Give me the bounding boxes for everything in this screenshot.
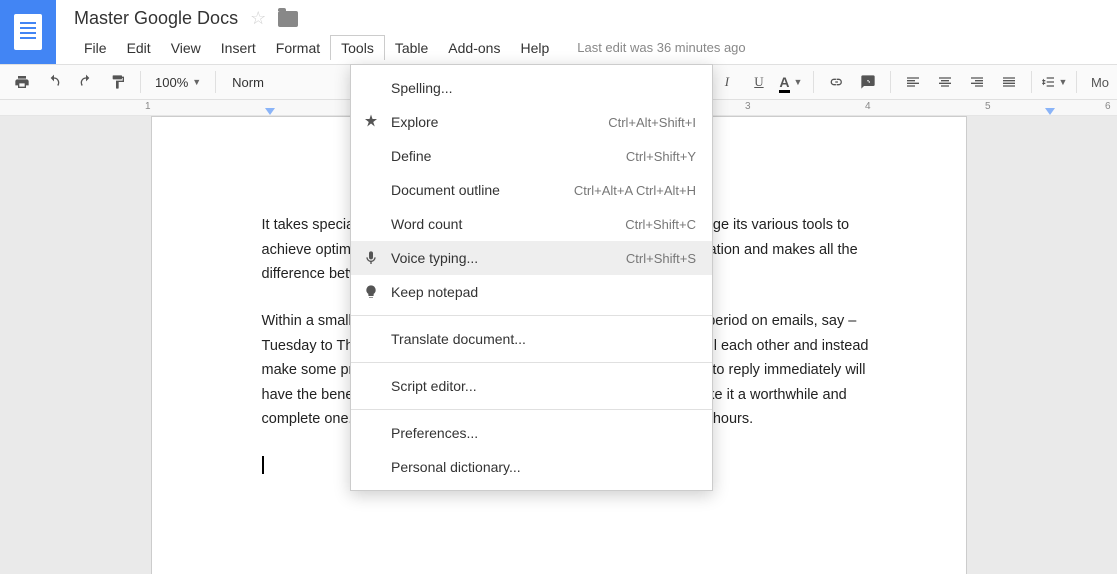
align-right-button[interactable] [963, 69, 991, 95]
menu-separator [351, 362, 712, 363]
menu-item-label: Keep notepad [391, 284, 696, 300]
menu-item-label: Personal dictionary... [391, 459, 696, 475]
menu-item-spelling[interactable]: Spelling... [351, 71, 712, 105]
insert-link-button[interactable] [822, 69, 850, 95]
ruler-mark: 6 [1105, 101, 1111, 112]
microphone-icon [361, 248, 381, 268]
menu-item-shortcut: Ctrl+Shift+Y [626, 149, 696, 164]
menu-item-label: Translate document... [391, 331, 696, 347]
menu-item-label: Voice typing... [391, 250, 616, 266]
menu-help[interactable]: Help [510, 36, 559, 60]
app-logo[interactable] [0, 0, 56, 64]
menubar: File Edit View Insert Format Tools Table… [74, 35, 1117, 60]
menu-separator [351, 315, 712, 316]
menu-insert[interactable]: Insert [211, 36, 266, 60]
align-center-button[interactable] [931, 69, 959, 95]
blank-icon [361, 329, 381, 349]
ruler-mark: 4 [865, 101, 871, 112]
menu-item-shortcut: Ctrl+Shift+C [625, 217, 696, 232]
blank-icon [361, 457, 381, 477]
menu-tools[interactable]: Tools [330, 35, 385, 60]
paragraph-style-select[interactable]: Norm [224, 75, 274, 90]
undo-button[interactable] [40, 69, 68, 95]
line-spacing-button[interactable]: ▼ [1040, 69, 1068, 95]
menu-item-label: Script editor... [391, 378, 696, 394]
ruler-mark: 5 [985, 101, 991, 112]
menu-file[interactable]: File [74, 36, 117, 60]
menu-item-script-editor[interactable]: Script editor... [351, 369, 712, 403]
menu-item-label: Explore [391, 114, 598, 130]
menu-separator [351, 409, 712, 410]
menu-item-label: Define [391, 148, 616, 164]
menu-item-define[interactable]: Define Ctrl+Shift+Y [351, 139, 712, 173]
zoom-select[interactable]: 100% ▼ [149, 75, 207, 90]
tools-dropdown: Spelling... Explore Ctrl+Alt+Shift+I Def… [350, 64, 713, 491]
ruler-mark: 3 [745, 101, 751, 112]
menu-edit[interactable]: Edit [117, 36, 161, 60]
last-edit-status[interactable]: Last edit was 36 minutes ago [577, 40, 745, 55]
indent-marker-left[interactable] [265, 108, 275, 115]
menu-item-personal-dictionary[interactable]: Personal dictionary... [351, 450, 712, 484]
menu-item-shortcut: Ctrl+Shift+S [626, 251, 696, 266]
text-color-A: A [779, 74, 789, 90]
menu-item-shortcut: Ctrl+Alt+A Ctrl+Alt+H [574, 183, 696, 198]
explore-icon [361, 112, 381, 132]
blank-icon [361, 78, 381, 98]
menu-format[interactable]: Format [266, 36, 330, 60]
more-button[interactable]: Mo [1085, 75, 1109, 90]
blank-icon [361, 214, 381, 234]
menu-item-explore[interactable]: Explore Ctrl+Alt+Shift+I [351, 105, 712, 139]
redo-button[interactable] [72, 69, 100, 95]
menu-item-preferences[interactable]: Preferences... [351, 416, 712, 450]
text-color-button[interactable]: A ▼ [777, 69, 805, 95]
print-button[interactable] [8, 69, 36, 95]
blank-icon [361, 423, 381, 443]
doc-title[interactable]: Master Google Docs [74, 8, 238, 29]
align-left-button[interactable] [899, 69, 927, 95]
align-justify-button[interactable] [995, 69, 1023, 95]
menu-item-voice-typing[interactable]: Voice typing... Ctrl+Shift+S [351, 241, 712, 275]
style-value: Norm [232, 75, 264, 90]
ruler-mark: 1 [145, 101, 151, 112]
star-icon[interactable]: ☆ [250, 8, 266, 29]
chevron-down-icon: ▼ [1058, 77, 1067, 87]
folder-icon[interactable] [278, 11, 298, 27]
menu-item-label: Word count [391, 216, 615, 232]
lightbulb-icon [361, 282, 381, 302]
blank-icon [361, 376, 381, 396]
menu-view[interactable]: View [161, 36, 211, 60]
blank-icon [361, 180, 381, 200]
blank-icon [361, 146, 381, 166]
menu-item-translate[interactable]: Translate document... [351, 322, 712, 356]
menu-table[interactable]: Table [385, 36, 438, 60]
indent-marker-right[interactable] [1045, 108, 1055, 115]
chevron-down-icon: ▼ [794, 77, 803, 87]
menu-item-shortcut: Ctrl+Alt+Shift+I [608, 115, 696, 130]
menu-item-label: Preferences... [391, 425, 696, 441]
menu-item-label: Spelling... [391, 80, 696, 96]
menu-item-word-count[interactable]: Word count Ctrl+Shift+C [351, 207, 712, 241]
docs-icon [14, 14, 42, 50]
zoom-value: 100% [155, 75, 188, 90]
chevron-down-icon: ▼ [192, 77, 201, 87]
italic-button[interactable]: I [713, 69, 741, 95]
menu-addons[interactable]: Add-ons [438, 36, 510, 60]
menu-item-keep-notepad[interactable]: Keep notepad [351, 275, 712, 309]
insert-comment-button[interactable] [854, 69, 882, 95]
paint-format-button[interactable] [104, 69, 132, 95]
menu-item-document-outline[interactable]: Document outline Ctrl+Alt+A Ctrl+Alt+H [351, 173, 712, 207]
menu-item-label: Document outline [391, 182, 564, 198]
underline-button[interactable]: U [745, 69, 773, 95]
